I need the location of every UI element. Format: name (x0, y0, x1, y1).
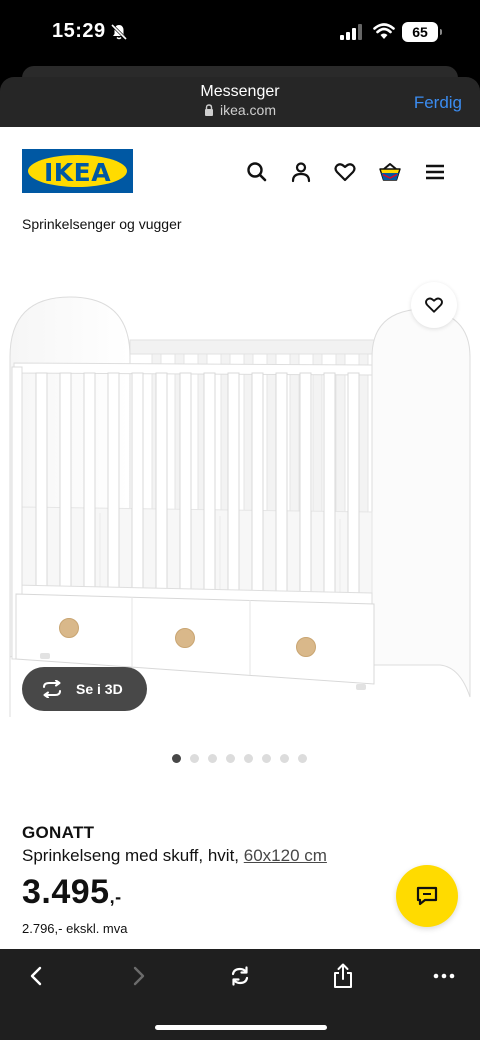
heart-icon (425, 297, 443, 313)
bell-muted-icon (110, 23, 128, 41)
web-page: IKEA Sprinkelsenger og vugger Se i 3D GO… (0, 127, 480, 949)
carousel-dot[interactable] (280, 754, 289, 763)
home-indicator (155, 1025, 327, 1030)
carousel-dot[interactable] (190, 754, 199, 763)
heart-icon[interactable] (332, 159, 358, 185)
rotate-3d-icon (43, 680, 61, 698)
price-suffix: ,- (109, 887, 122, 907)
search-icon[interactable] (244, 159, 270, 185)
status-time: 15:29 (52, 20, 106, 42)
reload-icon (231, 966, 249, 986)
carousel-dot[interactable] (226, 754, 235, 763)
browser-toolbar (0, 949, 480, 1040)
account-icon[interactable] (288, 159, 314, 185)
browser-header: Messenger ikea.com Ferdig (0, 77, 480, 127)
add-to-favorites-button[interactable] (411, 282, 457, 328)
product-image-crib[interactable] (0, 287, 480, 717)
basket-icon[interactable] (377, 159, 403, 185)
logo-text: IKEA (43, 158, 112, 187)
product-name: GONATT (22, 823, 95, 842)
share-button[interactable] (328, 961, 358, 991)
wifi-icon (373, 23, 395, 39)
more-button[interactable] (429, 961, 459, 991)
browser-url[interactable]: ikea.com (0, 102, 480, 118)
price-value: 3.495 (22, 873, 110, 911)
carousel-dot[interactable] (208, 754, 217, 763)
chat-icon (416, 886, 438, 906)
share-icon (334, 963, 352, 988)
carousel-dot[interactable] (298, 754, 307, 763)
price-excl-vat: 2.796,- ekskl. mva (22, 921, 128, 936)
status-bar: 15:29 65 (0, 0, 480, 66)
reload-button[interactable] (225, 961, 255, 991)
image-carousel-dots (172, 754, 307, 764)
url-text: ikea.com (219, 102, 277, 118)
battery-indicator: 65 (402, 22, 442, 42)
lock-icon (204, 104, 213, 116)
forward-button[interactable] (124, 961, 154, 991)
product-description-text: Sprinkelseng med skuff, hvit, (22, 846, 240, 865)
ikea-logo[interactable]: IKEA (22, 149, 133, 193)
back-icon (30, 966, 42, 986)
view-3d-button[interactable]: Se i 3D (22, 667, 147, 711)
product-size-link[interactable]: 60x120 cm (244, 846, 327, 865)
signal-icon (340, 24, 362, 40)
carousel-dot[interactable] (172, 754, 181, 763)
carousel-dot[interactable] (262, 754, 271, 763)
back-button[interactable] (21, 961, 51, 991)
product-price: 3.495,- (22, 873, 122, 912)
done-button[interactable]: Ferdig (414, 93, 462, 113)
breadcrumb[interactable]: Sprinkelsenger og vugger (22, 216, 182, 232)
chat-button[interactable] (396, 865, 458, 927)
carousel-dot[interactable] (244, 754, 253, 763)
view-3d-label: Se i 3D (76, 681, 123, 697)
browser-title: Messenger (200, 83, 280, 100)
more-icon (433, 973, 455, 979)
product-description: Sprinkelseng med skuff, hvit, 60x120 cm (22, 846, 327, 866)
forward-icon (133, 966, 145, 986)
menu-icon[interactable] (422, 159, 448, 185)
